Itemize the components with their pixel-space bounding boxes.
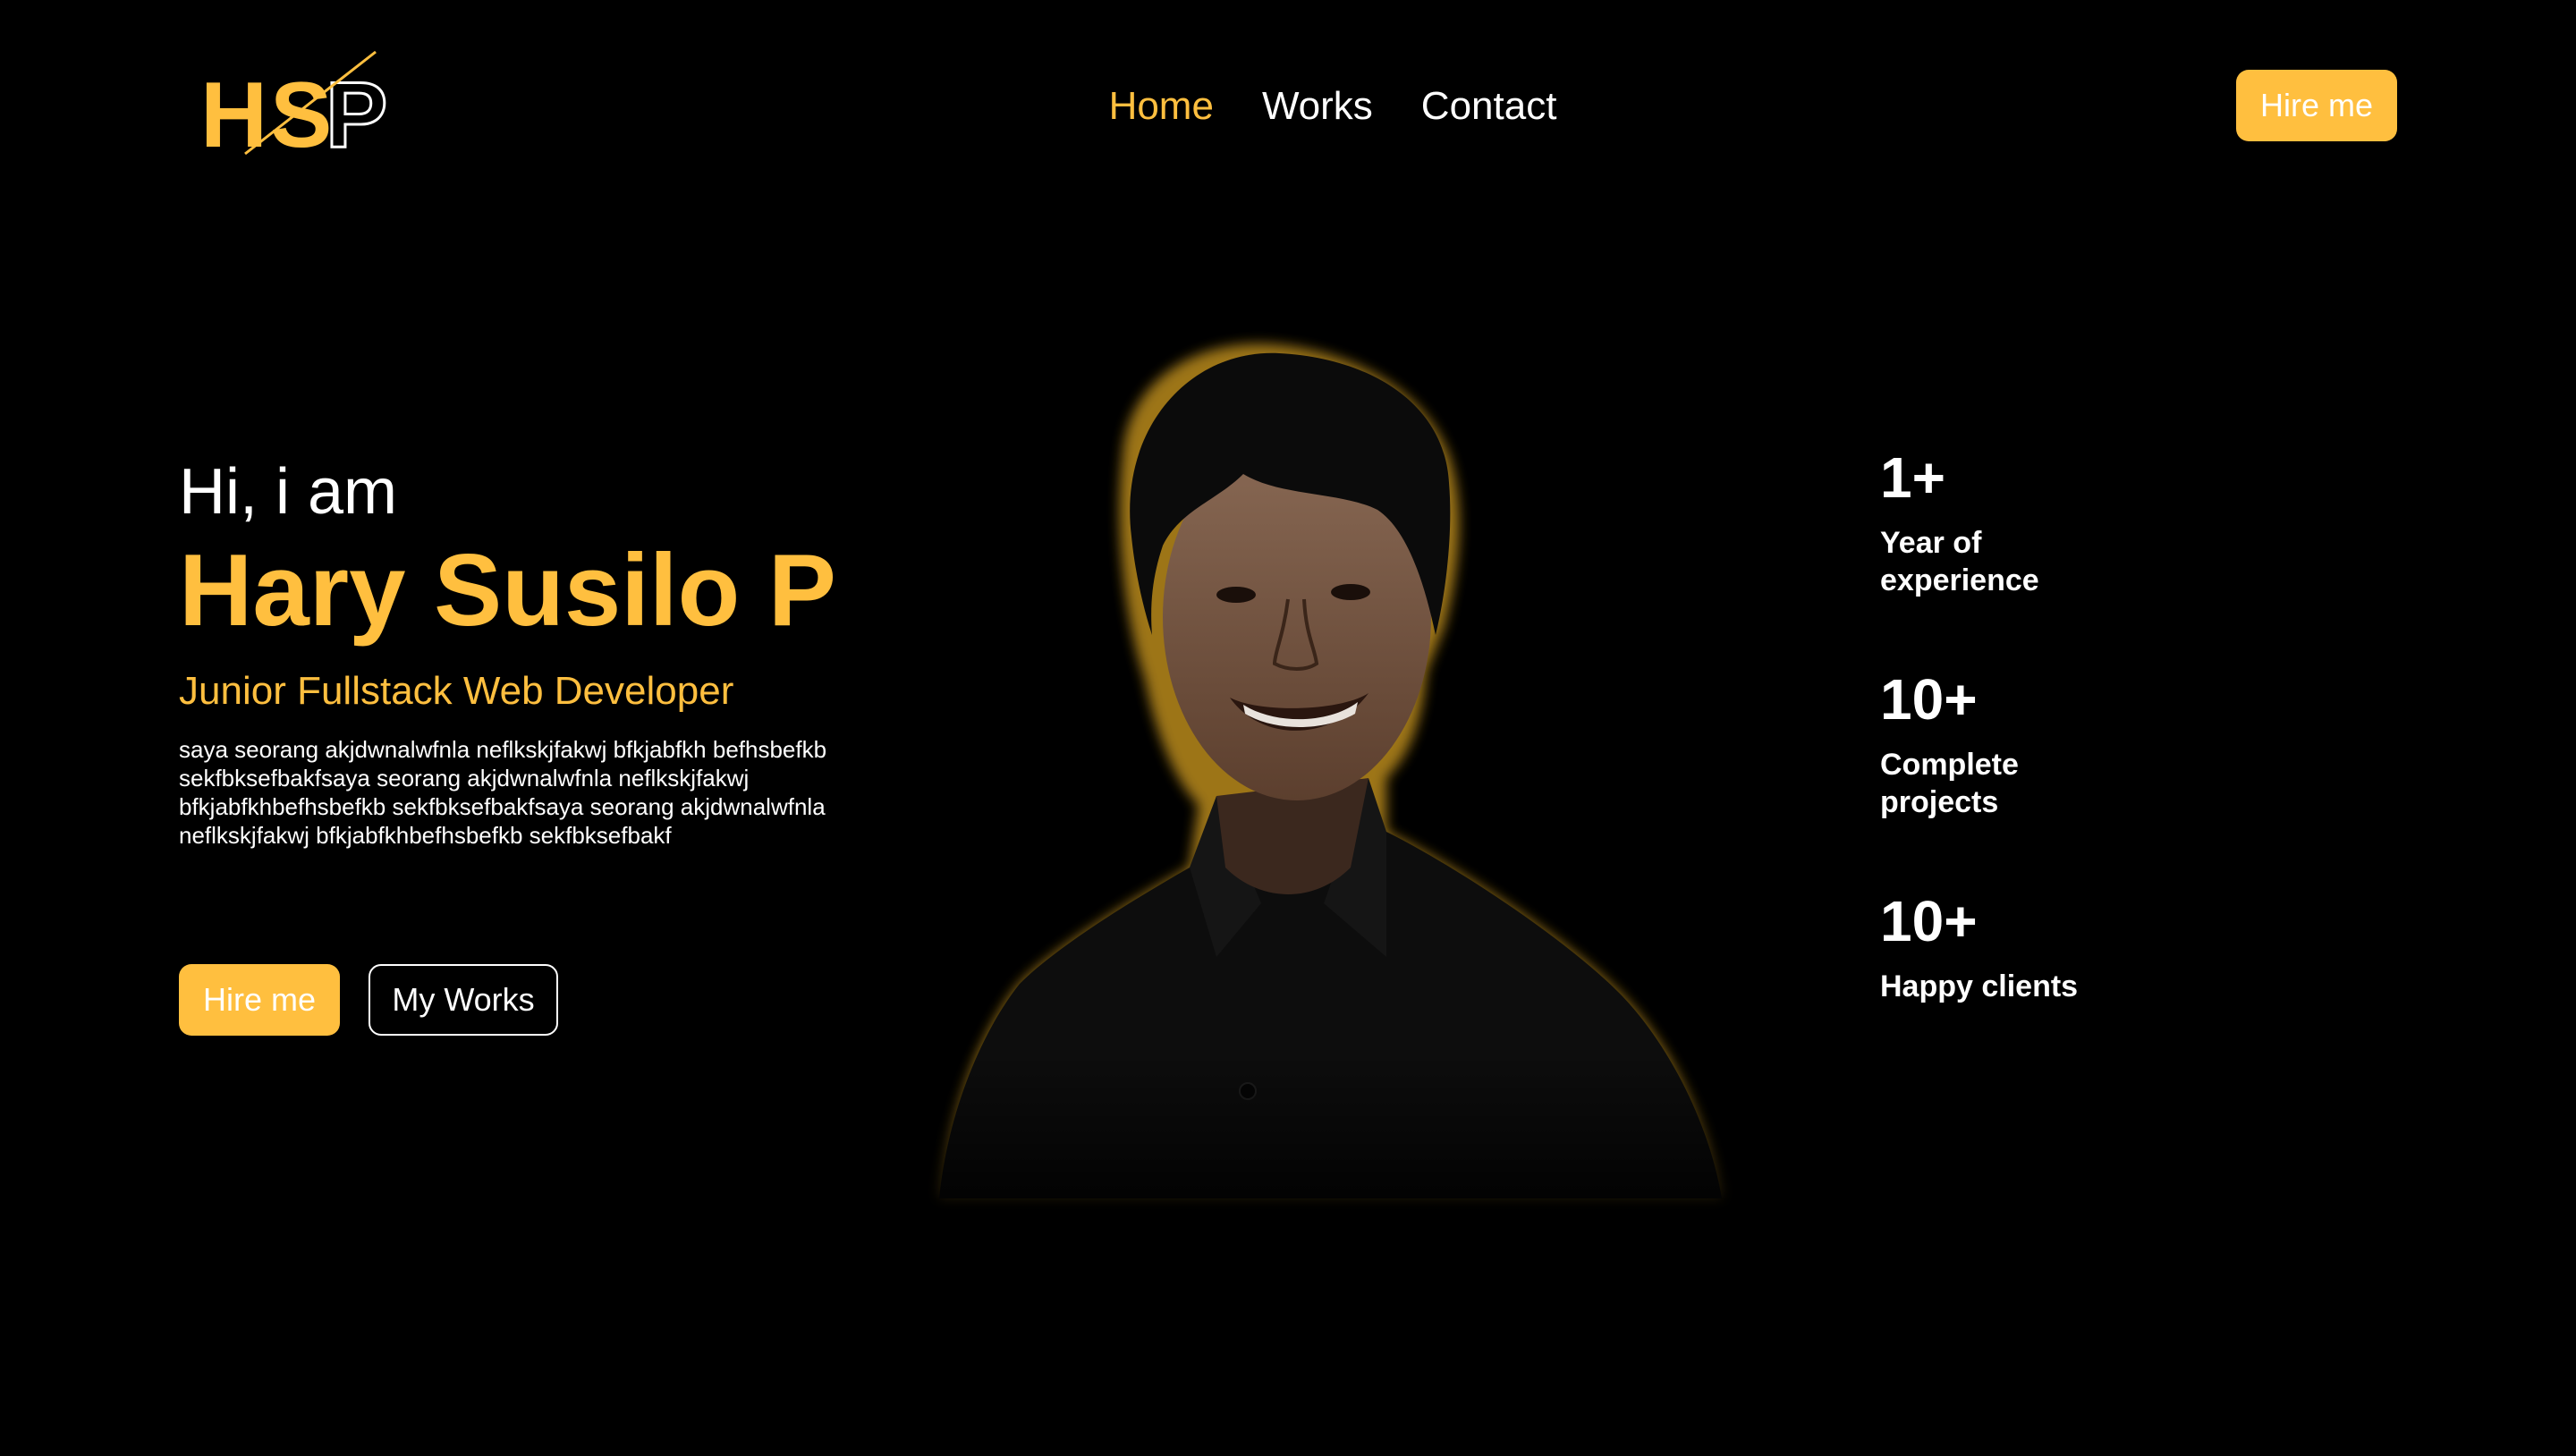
hire-me-nav-button[interactable]: Hire me (2236, 70, 2397, 141)
stat-value: 10+ (1880, 667, 1978, 732)
main-nav: Home Works Contact (45, 75, 2576, 138)
hero-role: Junior Fullstack Web Developer (179, 669, 734, 713)
nav-contact[interactable]: Contact (1421, 75, 1557, 138)
hero-bio: saya seorang akjdwnalwfnla neflkskjfakwj… (179, 736, 827, 849)
stat-value: 1+ (1880, 445, 1945, 510)
nav-home[interactable]: Home (1109, 75, 1214, 138)
stat-experience: 1+ Year of experience (1880, 442, 2238, 664)
stat-label: Happy clients (1880, 969, 2079, 1003)
stat-label: Year of experience (1880, 526, 2039, 597)
stat-label: Complete projects (1880, 748, 2019, 819)
stats-list: 1+ Year of experience 10+ Complete proje… (1880, 442, 2238, 1107)
profile-photo (921, 331, 1753, 1234)
stat-projects: 10+ Complete projects (1880, 664, 2238, 885)
stat-value: 10+ (1880, 889, 1978, 953)
hire-me-button[interactable]: Hire me (179, 964, 340, 1036)
stat-clients: 10+ Happy clients (1880, 885, 2238, 1107)
hero-greeting: Hi, i am (179, 456, 398, 528)
my-works-button[interactable]: My Works (369, 964, 558, 1036)
nav-works[interactable]: Works (1262, 75, 1373, 138)
hero-name: Hary Susilo P (179, 534, 836, 648)
